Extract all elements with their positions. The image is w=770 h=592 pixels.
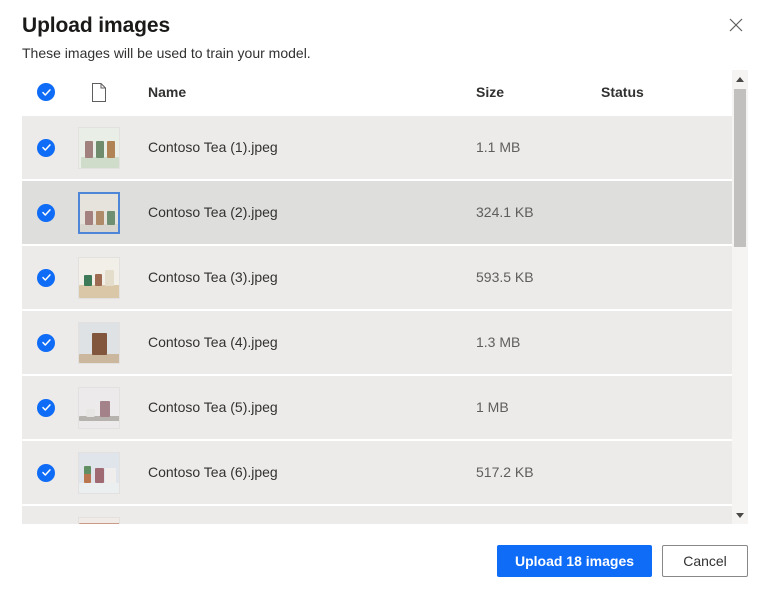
row-checkbox-cell[interactable] xyxy=(22,268,66,287)
row-thumbnail-cell xyxy=(66,386,131,429)
chevron-up-icon[interactable] xyxy=(732,72,748,86)
cancel-button[interactable]: Cancel xyxy=(662,545,748,577)
table-row[interactable]: Contoso Tea (4).jpeg 1.3 MB xyxy=(22,311,748,374)
thumbnail-image xyxy=(77,256,120,299)
checkmark-circle-icon[interactable] xyxy=(37,203,55,222)
checkmark-circle-icon[interactable] xyxy=(37,333,55,352)
file-name-label: Contoso Tea (4).jpeg xyxy=(148,333,278,350)
document-icon xyxy=(91,82,107,102)
row-thumbnail-cell xyxy=(66,126,131,169)
thumbnail-image xyxy=(77,126,120,169)
row-size: 324.1 KB xyxy=(476,204,601,222)
file-size-label: 1 MB xyxy=(476,398,509,415)
scrollbar-thumb[interactable] xyxy=(734,89,746,247)
thumbnail-image xyxy=(77,386,120,429)
table-row[interactable]: Contoso Tea (5).jpeg 1 MB xyxy=(22,376,748,439)
file-size-label: 1.1 MB xyxy=(476,138,521,155)
page-title: Upload images xyxy=(22,14,171,37)
vertical-scrollbar[interactable] xyxy=(732,70,748,524)
file-name-label: Contoso Tea (3).jpeg xyxy=(148,268,278,285)
row-thumbnail-cell xyxy=(66,516,131,524)
row-size: 1.1 MB xyxy=(476,139,601,157)
row-thumbnail-cell xyxy=(66,451,131,494)
checkmark-circle-icon[interactable] xyxy=(37,463,55,482)
row-name: Contoso Tea (1).jpeg xyxy=(131,139,476,157)
thumbnail-image xyxy=(77,516,120,524)
chevron-down-icon[interactable] xyxy=(732,508,748,522)
row-thumbnail-cell xyxy=(66,256,131,299)
row-size: 517.2 KB xyxy=(476,464,601,482)
file-name-label: Contoso Tea (1).jpeg xyxy=(148,138,278,155)
table-row[interactable]: Contoso Tea (7).jpeg 1.1 MB xyxy=(22,506,748,524)
checkmark-circle-icon[interactable] xyxy=(37,83,55,101)
file-name-label: Contoso Tea (2).jpeg xyxy=(148,203,278,220)
file-size-label: 1.3 MB xyxy=(476,333,521,350)
file-name-label: Contoso Tea (5).jpeg xyxy=(148,398,278,415)
file-size-label: 593.5 KB xyxy=(476,268,534,285)
row-name: Contoso Tea (3).jpeg xyxy=(131,269,476,287)
column-header-status[interactable]: Status xyxy=(601,84,721,100)
row-size: 593.5 KB xyxy=(476,269,601,287)
row-thumbnail-cell xyxy=(66,191,131,234)
row-checkbox-cell[interactable] xyxy=(22,203,66,222)
table-row[interactable]: Contoso Tea (3).jpeg 593.5 KB xyxy=(22,246,748,309)
checkmark-circle-icon[interactable] xyxy=(37,268,55,287)
thumbnail-image xyxy=(77,451,120,494)
table-row[interactable]: Contoso Tea (6).jpeg 517.2 KB xyxy=(22,441,748,504)
row-checkbox-cell[interactable] xyxy=(22,333,66,352)
file-list-region: Name Size Status Contoso Tea (1).jpeg 1.… xyxy=(22,68,748,524)
row-name: Contoso Tea (4).jpeg xyxy=(131,334,476,352)
dialog-footer: Upload 18 images Cancel xyxy=(0,530,770,592)
select-all-cell[interactable] xyxy=(22,83,66,101)
dialog-subtitle: These images will be used to train your … xyxy=(22,45,311,61)
row-size: 1 MB xyxy=(476,399,601,417)
file-name-label: Contoso Tea (6).jpeg xyxy=(148,463,278,480)
file-list-header: Name Size Status xyxy=(22,68,748,116)
thumbnail-image xyxy=(77,321,120,364)
file-size-label: 517.2 KB xyxy=(476,463,534,480)
row-thumbnail-cell xyxy=(66,321,131,364)
row-checkbox-cell[interactable] xyxy=(22,398,66,417)
close-icon xyxy=(729,18,743,32)
row-checkbox-cell[interactable] xyxy=(22,463,66,482)
dialog-header: Upload images These images will be used … xyxy=(0,0,770,63)
row-size: 1.3 MB xyxy=(476,334,601,352)
upload-button[interactable]: Upload 18 images xyxy=(497,545,652,577)
table-row[interactable]: Contoso Tea (1).jpeg 1.1 MB xyxy=(22,116,748,179)
row-name: Contoso Tea (5).jpeg xyxy=(131,399,476,417)
checkmark-circle-icon[interactable] xyxy=(37,398,55,417)
column-header-name[interactable]: Name xyxy=(131,84,476,100)
file-type-column-header[interactable] xyxy=(66,82,131,102)
column-header-size[interactable]: Size xyxy=(476,84,601,100)
file-list-rows: Contoso Tea (1).jpeg 1.1 MB Contoso Tea … xyxy=(22,116,748,524)
close-button[interactable] xyxy=(720,9,752,41)
upload-images-dialog: Upload images These images will be used … xyxy=(0,0,770,592)
row-name: Contoso Tea (2).jpeg xyxy=(131,204,476,222)
thumbnail-image xyxy=(77,191,120,234)
row-name: Contoso Tea (6).jpeg xyxy=(131,464,476,482)
checkmark-circle-icon[interactable] xyxy=(37,138,55,157)
table-row[interactable]: Contoso Tea (2).jpeg 324.1 KB xyxy=(22,181,748,244)
row-checkbox-cell[interactable] xyxy=(22,138,66,157)
file-size-label: 324.1 KB xyxy=(476,203,534,220)
